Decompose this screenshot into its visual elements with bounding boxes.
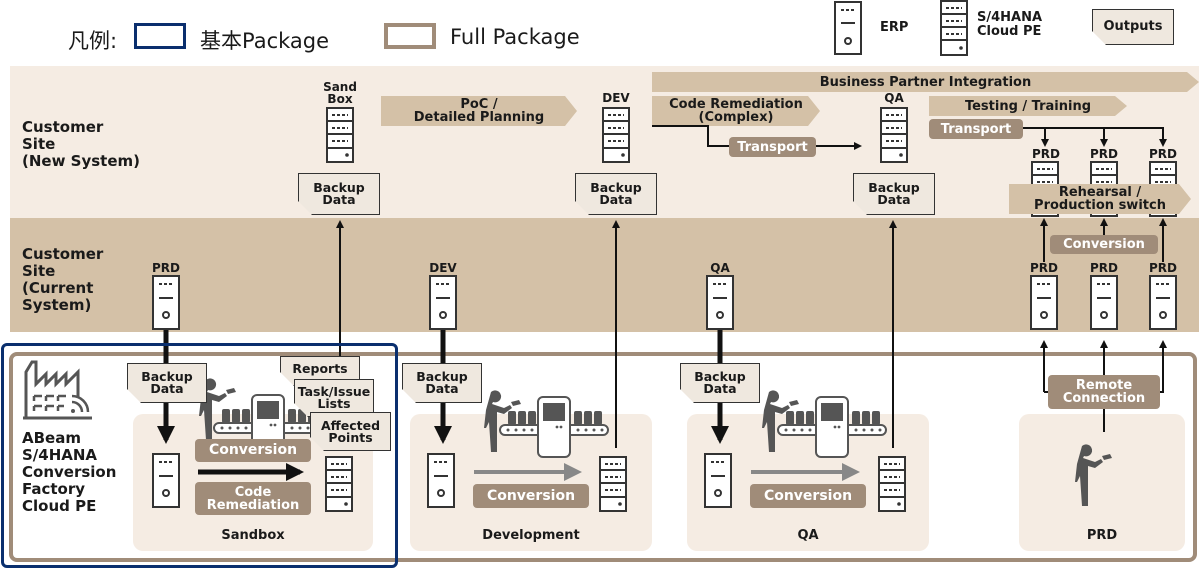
prd-current-server-icon-1 bbox=[1030, 275, 1058, 330]
label-line: Data bbox=[703, 381, 737, 396]
prd-current-server-icon bbox=[152, 275, 180, 330]
rehearsal-production-switch-phase: Rehearsal / Production switch bbox=[1009, 184, 1191, 214]
conversion-prd-pill: Conversion bbox=[1050, 235, 1158, 254]
conversion-machine-icon-qa bbox=[777, 396, 887, 458]
label-line: Production switch bbox=[1034, 198, 1166, 213]
qa-target-server-icon bbox=[878, 456, 906, 512]
sandbox-new-server-icon bbox=[326, 107, 354, 163]
dev-conversion-pill: Conversion bbox=[473, 484, 589, 508]
qa-current-server-icon bbox=[706, 275, 734, 330]
qa-source-server-icon bbox=[704, 453, 732, 508]
label-line: Data bbox=[425, 381, 459, 396]
remote-connection-pill: Remote Connection bbox=[1048, 375, 1160, 409]
prd-current-server-icon-3 bbox=[1149, 275, 1177, 330]
qa-new-server-icon bbox=[880, 107, 908, 163]
prd-current-server-icon-2 bbox=[1090, 275, 1118, 330]
backup-data-doc-factory-qa: Backup Data bbox=[680, 363, 760, 403]
dev-current-server-icon bbox=[429, 275, 457, 330]
basic-package-frame bbox=[1, 343, 398, 568]
dev-target-server-icon bbox=[599, 456, 627, 512]
dev-new-server-icon bbox=[602, 107, 630, 163]
worker-icon-prd bbox=[1075, 444, 1112, 506]
backup-data-doc-factory-dev: Backup Data bbox=[402, 363, 482, 403]
dev-source-server-icon bbox=[427, 453, 455, 508]
label-line: Connection bbox=[1062, 391, 1146, 406]
qa-conversion-pill: Conversion bbox=[750, 484, 866, 508]
conversion-machine-icon-dev bbox=[499, 396, 609, 458]
